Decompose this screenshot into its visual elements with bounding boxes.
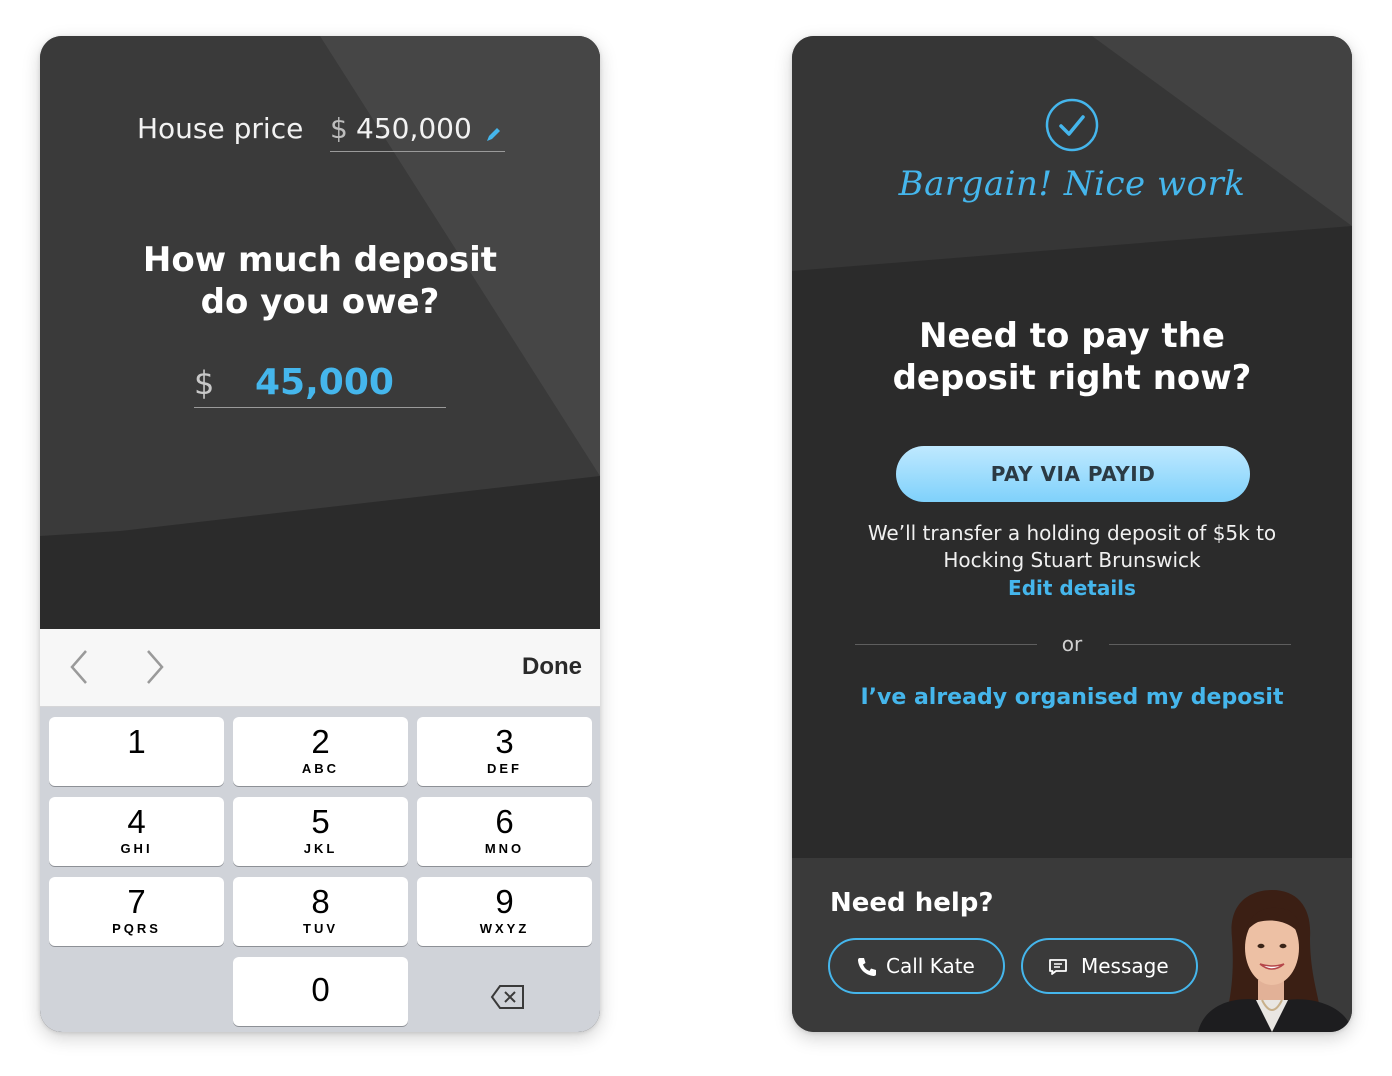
keyboard-toolbar: Done (40, 629, 600, 707)
message-button[interactable]: Message (1021, 938, 1198, 994)
avatar (1198, 890, 1352, 1032)
deposit-currency: $ (194, 364, 215, 402)
key-0[interactable]: 0 (233, 957, 408, 1026)
pay-deposit-screen: Bargain! Nice work Need to pay the depos… (792, 36, 1352, 1032)
help-panel: Need help? Call Kate Message (792, 858, 1352, 1032)
checkmark-circle-icon (1045, 98, 1099, 152)
key-1[interactable]: 1 (49, 717, 224, 786)
house-price-currency: $ (330, 112, 348, 145)
edit-details-link[interactable]: Edit details (792, 576, 1352, 600)
deposit-amount-input[interactable]: $ 45,000 (194, 362, 446, 408)
call-kate-label: Call Kate (886, 954, 975, 978)
house-price-row: House price $ 450,000 (40, 112, 600, 152)
pay-question: Need to pay the deposit right now? (892, 316, 1252, 398)
chevron-right-icon[interactable] (140, 647, 170, 687)
key-2[interactable]: 2 ABC (233, 717, 408, 786)
deposit-entry-screen: House price $ 450,000 How much deposit d… (40, 36, 600, 1032)
house-price-input[interactable]: $ 450,000 (330, 110, 505, 152)
deposit-value: 45,000 (255, 362, 394, 403)
key-6[interactable]: 6 MNO (417, 797, 592, 866)
key-8[interactable]: 8 TUV (233, 877, 408, 946)
key-7[interactable]: 7 PQRS (49, 877, 224, 946)
chat-bubble-icon (1049, 959, 1067, 975)
divider (1109, 644, 1291, 645)
numeric-keypad: 1 2 ABC 3 DEF 4 GHI 5 JKL 6 MNO 7 PQRS 8 (40, 707, 600, 1032)
deposit-question: How much deposit do you owe? (142, 240, 498, 322)
pay-via-payid-button[interactable]: PAY VIA PAYID (896, 446, 1250, 502)
already-organised-link[interactable]: I’ve already organised my deposit (792, 685, 1352, 710)
house-price-value: 450,000 (356, 112, 472, 145)
key-4[interactable]: 4 GHI (49, 797, 224, 866)
call-kate-button[interactable]: Call Kate (828, 938, 1005, 994)
success-title: Bargain! Nice work (898, 164, 1246, 204)
key-5[interactable]: 5 JKL (233, 797, 408, 866)
house-price-label: House price (137, 112, 304, 145)
help-title: Need help? (830, 888, 994, 918)
key-9[interactable]: 9 WXYZ (417, 877, 592, 946)
backspace-icon[interactable] (490, 984, 526, 1010)
chevron-left-icon[interactable] (64, 647, 94, 687)
message-label: Message (1081, 954, 1169, 978)
pencil-icon[interactable] (484, 124, 504, 144)
transfer-description: We’ll transfer a holding deposit of $5k … (867, 521, 1277, 572)
done-button[interactable]: Done (522, 653, 582, 681)
phone-icon (858, 958, 876, 976)
key-3[interactable]: 3 DEF (417, 717, 592, 786)
